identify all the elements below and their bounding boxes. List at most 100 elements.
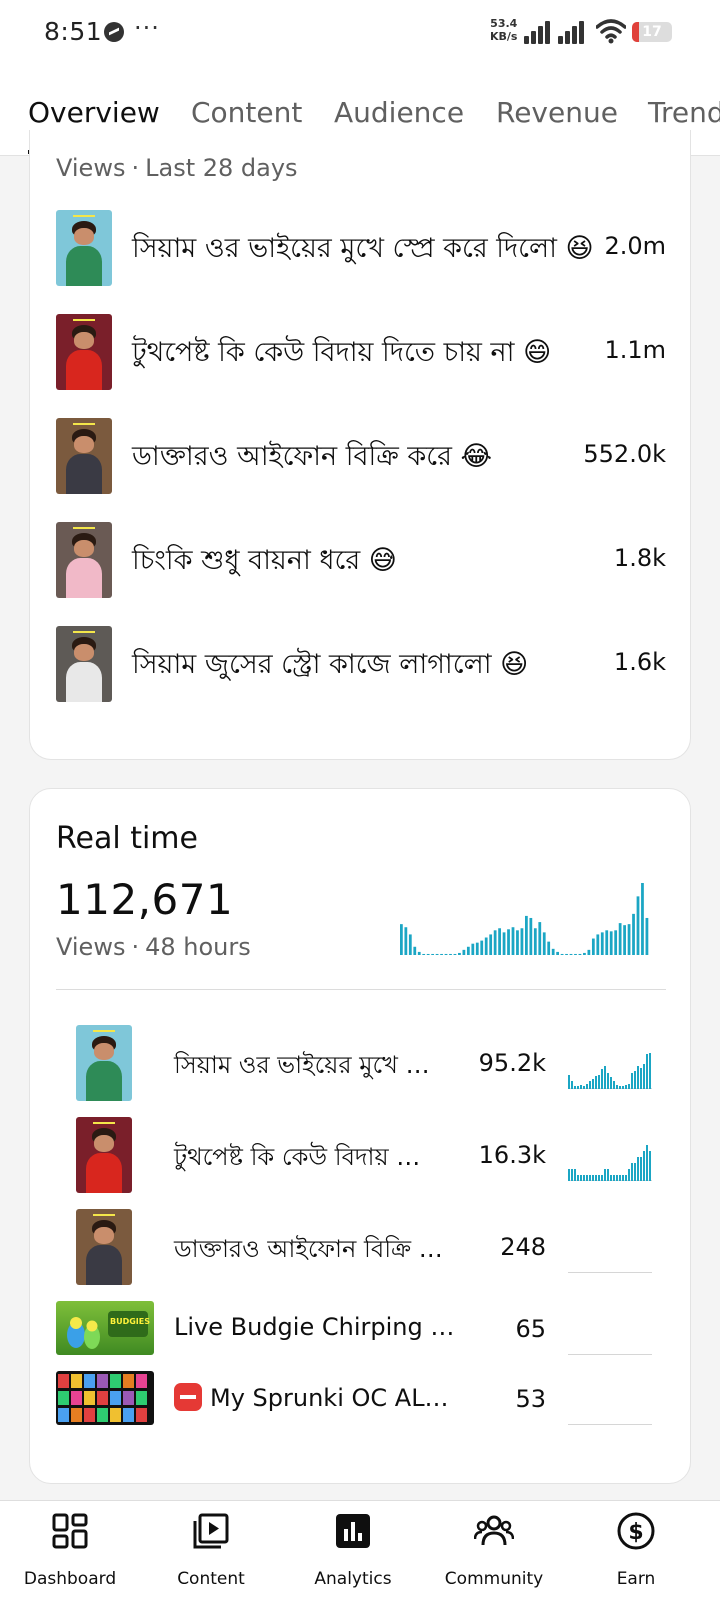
nav-community[interactable]: Community: [434, 1511, 554, 1589]
network-speed-value: 53.4: [490, 17, 518, 30]
top-content-metric: Views: [56, 154, 126, 182]
realtime-bar: [596, 934, 600, 955]
nav-label: Dashboard: [23, 1569, 117, 1589]
sparkline-bar: [595, 1175, 597, 1181]
sparkline-bar: [628, 1083, 630, 1089]
realtime-bar: [525, 915, 528, 955]
realtime-bar: [551, 948, 555, 955]
sparkline-bar: [598, 1074, 600, 1089]
realtime-bar: [400, 924, 403, 955]
realtime-bar: [569, 953, 573, 955]
video-views: 1.1m: [604, 336, 666, 364]
realtime-bar: [413, 946, 417, 955]
top-content-card: Views · Last 28 days সিয়াম ওর ভাইয়ের মুখ…: [29, 130, 691, 760]
realtime-sparkline: [568, 1049, 652, 1089]
realtime-bar: [574, 953, 577, 955]
top-content-item[interactable]: টুথপেষ্ট কি কেউ বিদায় দিতে চায় না 😄 1.…: [56, 312, 666, 392]
tab-content[interactable]: Content: [191, 96, 302, 129]
sparkline-bar: [577, 1085, 579, 1089]
realtime-bar: [583, 952, 586, 955]
realtime-sparkline: [568, 1315, 652, 1355]
video-views: 16.3k: [478, 1141, 546, 1169]
sparkline-bar: [610, 1076, 612, 1089]
realtime-bar: [542, 932, 546, 955]
sparkline-bar: [589, 1175, 591, 1181]
sparkline-bar: [640, 1068, 642, 1089]
video-views: 248: [500, 1233, 546, 1261]
realtime-bar: [417, 951, 421, 955]
video-views: 1.6k: [613, 648, 666, 676]
video-title: টুথপেষ্ট কি কেউ বিদায় …: [174, 1143, 421, 1171]
realtime-item[interactable]: ডাক্তারও আইফোন বিক্রি … 248: [30, 1207, 692, 1287]
realtime-bar: [636, 896, 640, 955]
top-content-item[interactable]: ডাক্তারও আইফোন বিক্রি করে 😂 552.0k: [56, 416, 666, 496]
realtime-bar: [641, 883, 644, 955]
realtime-total-views: 112,671: [56, 875, 234, 924]
realtime-sparkline: [568, 1385, 652, 1425]
svg-text:$: $: [628, 1520, 643, 1545]
sparkline-bar: [634, 1070, 636, 1089]
realtime-bar: [529, 917, 533, 955]
realtime-bar: [507, 929, 510, 955]
realtime-sparkline: [568, 1233, 652, 1273]
sparkline-bar: [595, 1075, 597, 1089]
battery-icon: 17: [632, 22, 672, 42]
realtime-item[interactable]: সিয়াম ওর ভাইয়ের মুখে … 95.2k: [30, 1023, 692, 1103]
sparkline-bar: [634, 1163, 636, 1181]
sparkline-bar: [619, 1085, 621, 1089]
top-content-item[interactable]: সিয়াম ওর ভাইয়ের মুখে স্প্রে করে দিলো 😆…: [56, 208, 666, 288]
top-content-item[interactable]: সিয়াম জুসের স্ট্রো কাজে লাগালো 😆 1.6k: [56, 624, 666, 704]
nav-content[interactable]: Content: [151, 1511, 271, 1589]
video-thumbnail: [56, 1371, 154, 1425]
realtime-bar: [498, 928, 501, 955]
dashboard-icon: [52, 1513, 88, 1549]
video-title: সিয়াম ওর ভাইয়ের মুখে স্প্রে করে দিলো 😆: [132, 233, 594, 264]
sparkline-bar: [622, 1175, 624, 1181]
realtime-bar: [493, 930, 497, 955]
sparkline-bar: [583, 1085, 585, 1089]
realtime-metric: Views: [56, 933, 126, 961]
tab-overview[interactable]: Overview: [28, 96, 160, 129]
nav-label: Content: [177, 1569, 245, 1589]
realtime-bar: [591, 938, 595, 955]
sparkline-bar: [607, 1072, 609, 1089]
realtime-bar: [627, 924, 631, 955]
video-title: ডাক্তারও আইফোন বিক্রি …: [174, 1235, 443, 1263]
nav-label: Analytics: [314, 1569, 392, 1589]
sparkline-bar: [604, 1169, 606, 1181]
realtime-bar: [560, 953, 564, 955]
realtime-bar-chart: [400, 883, 649, 955]
realtime-bar: [408, 934, 412, 955]
nav-analytics[interactable]: Analytics: [293, 1511, 413, 1589]
tab-revenue[interactable]: Revenue: [496, 96, 618, 129]
sparkline-bar: [607, 1169, 609, 1181]
realtime-bar: [466, 946, 470, 955]
video-thumbnail: [76, 1209, 132, 1285]
sparkline-bar: [625, 1084, 627, 1089]
sparkline-bar: [577, 1175, 579, 1181]
nav-earn[interactable]: $ Earn: [576, 1511, 696, 1589]
video-title: My Sprunki OC AL…: [210, 1384, 449, 1412]
video-views: 65: [515, 1315, 546, 1343]
top-content-item[interactable]: চিংকি শুধু বায়না ধরে 😅 1.8k: [56, 520, 666, 600]
realtime-bar: [538, 922, 542, 955]
realtime-bar: [458, 952, 461, 955]
realtime-card[interactable]: Real time 112,671 Views · 48 hours সিয়াম …: [29, 788, 691, 1484]
tab-trends[interactable]: Trends: [648, 96, 720, 129]
sparkline-bar: [574, 1169, 576, 1181]
realtime-item[interactable]: BUDGIES Live Budgie Chirping … 65: [30, 1289, 692, 1369]
realtime-bar: [605, 930, 609, 955]
nav-dashboard[interactable]: Dashboard: [10, 1511, 130, 1589]
tab-audience[interactable]: Audience: [334, 96, 464, 129]
sparkline-bar: [586, 1175, 588, 1181]
realtime-bar: [645, 917, 649, 955]
video-thumbnail: [56, 210, 112, 286]
realtime-title: Real time: [56, 821, 198, 856]
realtime-bar: [609, 931, 613, 955]
video-thumbnail: [56, 314, 112, 390]
sparkline-bar: [643, 1064, 645, 1089]
realtime-bar: [475, 942, 479, 955]
sparkline-bar: [625, 1175, 627, 1181]
realtime-item[interactable]: My Sprunki OC AL… 53: [30, 1359, 692, 1439]
realtime-item[interactable]: টুথপেষ্ট কি কেউ বিদায় … 16.3k: [30, 1115, 692, 1195]
